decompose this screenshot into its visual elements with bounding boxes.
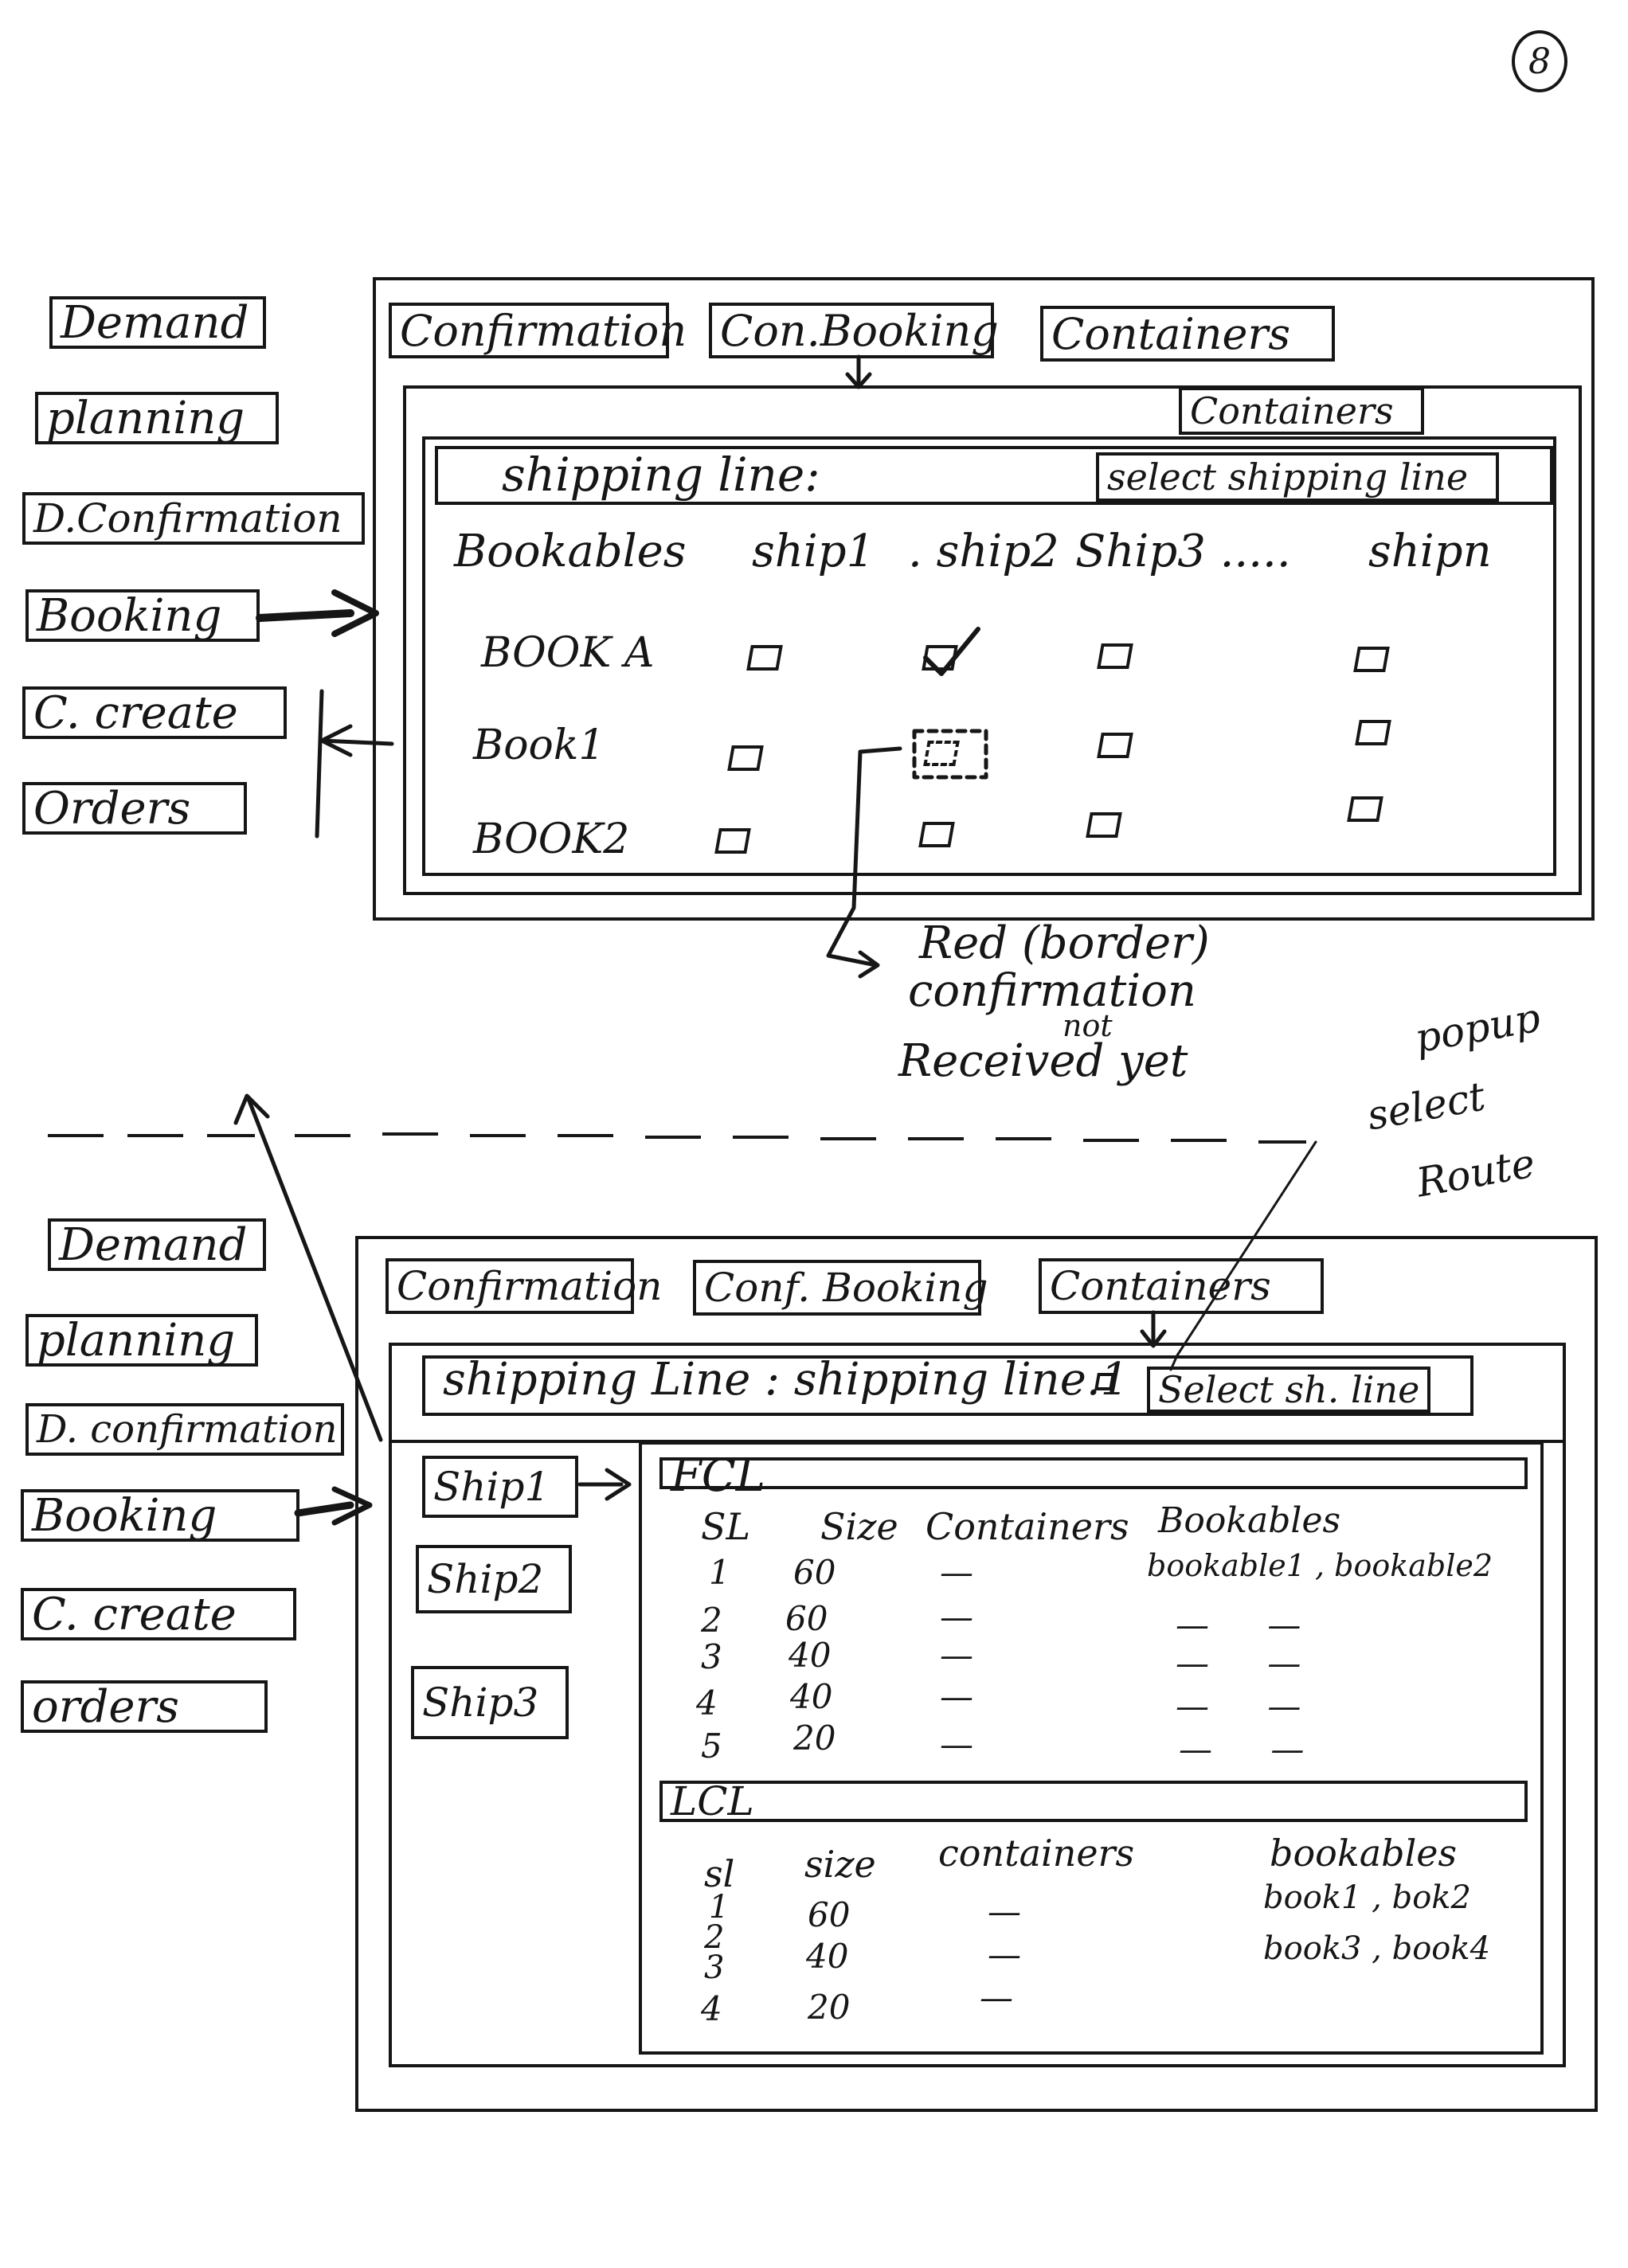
- con-booking-down-arrow: [845, 354, 872, 389]
- containers-down-arrow: [1140, 1310, 1167, 1348]
- c-create-connector: [315, 689, 394, 839]
- bottom-booking-arrow: [294, 1501, 354, 1517]
- ship1-arrow: [577, 1468, 632, 1501]
- popup-leader-line: [1169, 1140, 1317, 1371]
- back-reference-arrow: [246, 1097, 383, 1442]
- checkmark-icon: [923, 627, 980, 676]
- top-booking-arrow: [256, 609, 354, 622]
- pending-dashed-border: [912, 729, 988, 780]
- sketch-annotations: [233, 354, 1317, 1526]
- annotation-leader-line: [826, 746, 902, 968]
